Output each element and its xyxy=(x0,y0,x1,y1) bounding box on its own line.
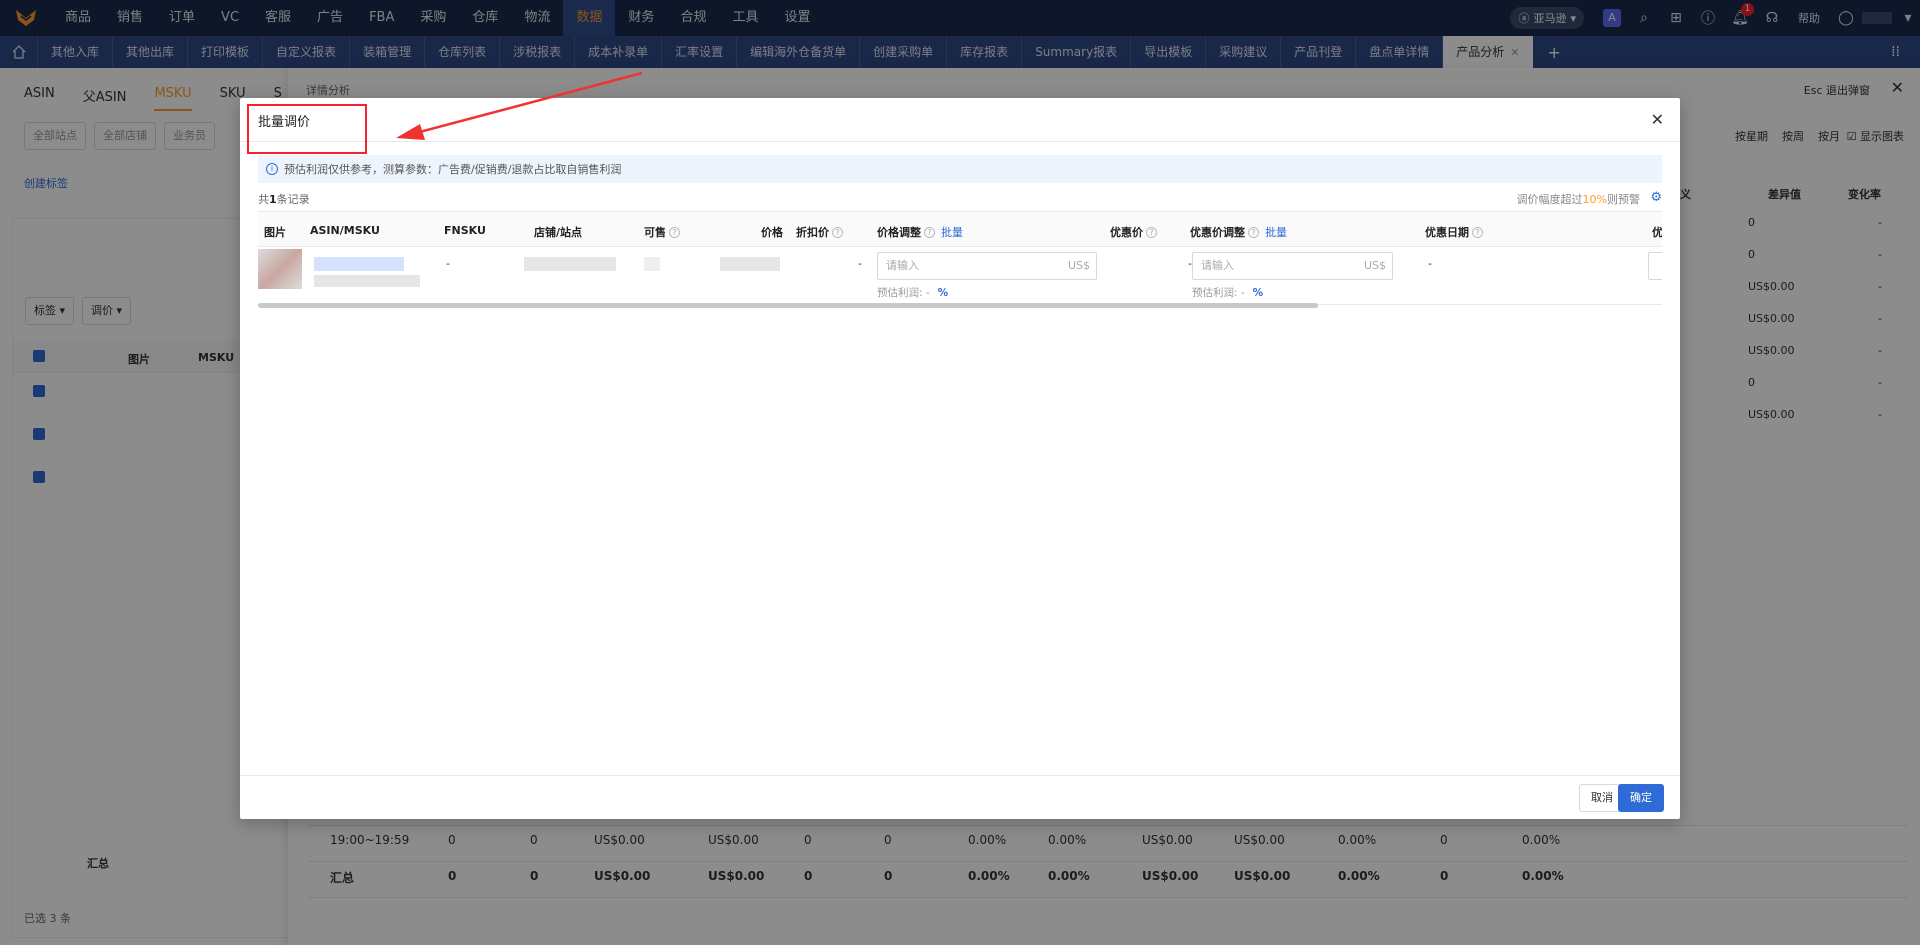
col-more: 优 xyxy=(1652,226,1662,239)
question-icon: ? xyxy=(924,227,935,238)
percent-toggle-icon[interactable]: % xyxy=(1253,287,1264,299)
question-icon: ? xyxy=(1472,227,1483,238)
info-icon: i xyxy=(266,163,278,175)
modal-footer: 取消 确定 xyxy=(240,775,1680,819)
store-blurred xyxy=(524,257,616,271)
batch-sale-link[interactable]: 批量 xyxy=(1265,226,1287,239)
gear-icon[interactable]: ⚙ xyxy=(1650,190,1662,205)
estimated-profit-price: 预估利润: -% xyxy=(877,287,949,299)
col-store-site: 店铺/站点 xyxy=(534,226,583,239)
asin-link-blurred[interactable] xyxy=(314,257,404,271)
price-blurred xyxy=(720,257,780,271)
available-blurred xyxy=(644,257,660,271)
col-available: 可售? xyxy=(644,224,680,240)
col-sale-price: 优惠价? xyxy=(1110,224,1157,240)
annotation-highlight-box xyxy=(247,104,367,154)
record-count: 1 xyxy=(269,193,277,206)
more-input[interactable] xyxy=(1648,252,1662,280)
col-sale-adjust: 优惠价调整? 批量 xyxy=(1190,226,1287,239)
estimated-profit-sale: 预估利润: -% xyxy=(1192,287,1264,299)
batch-price-link[interactable]: 批量 xyxy=(941,226,963,239)
fnsku-value: - xyxy=(446,257,450,270)
discount-value: - xyxy=(858,257,862,270)
percent-toggle-icon[interactable]: % xyxy=(938,287,949,299)
close-icon[interactable]: ✕ xyxy=(1651,110,1664,129)
warn-threshold-value: 10% xyxy=(1582,193,1607,206)
product-image xyxy=(258,249,302,289)
msku-blurred xyxy=(314,275,420,287)
sale-adjust-input[interactable]: 请输入 US$ xyxy=(1192,252,1393,280)
info-text: 预估利润仅供参考，测算参数：广告费/促销费/退款占比取自销售利润 xyxy=(284,163,622,176)
question-icon: ? xyxy=(1146,227,1157,238)
table-row: - - 请输入 US$ 预估利润: -% - 请输入 US$ 预估利润: -% - xyxy=(258,247,1662,305)
question-icon: ? xyxy=(669,227,680,238)
price-adjust-input[interactable]: 请输入 US$ xyxy=(877,252,1097,280)
info-alert: i 预估利润仅供参考，测算参数：广告费/促销费/退款占比取自销售利润 xyxy=(258,155,1662,183)
question-icon: ? xyxy=(1248,227,1259,238)
sale-date-value: - xyxy=(1428,257,1432,270)
horizontal-scrollbar[interactable] xyxy=(258,303,1318,308)
confirm-button[interactable]: 确定 xyxy=(1618,784,1664,812)
col-price-adjust: 价格调整? 批量 xyxy=(877,226,963,239)
col-fnsku: FNSKU xyxy=(444,224,486,237)
warn-threshold-text: 调价幅度超过10%则预警 xyxy=(1516,193,1640,206)
modal-header: 批量调价 ✕ xyxy=(240,98,1680,154)
col-asin-msku: ASIN/MSKU xyxy=(310,224,380,237)
record-count-row: 共1条记录 调价幅度超过10%则预警 ⚙ xyxy=(258,190,1662,206)
batch-price-modal: 批量调价 ✕ i 预估利润仅供参考，测算参数：广告费/促销费/退款占比取自销售利… xyxy=(240,98,1680,819)
price-adjust-table: 图片 ASIN/MSKU FNSKU 店铺/站点 可售? 价格 折扣价? 价格调… xyxy=(258,211,1662,308)
col-discount: 折扣价? xyxy=(796,224,843,240)
col-sale-date: 优惠日期? xyxy=(1425,224,1483,240)
table-header: 图片 ASIN/MSKU FNSKU 店铺/站点 可售? 价格 折扣价? 价格调… xyxy=(258,212,1662,247)
question-icon: ? xyxy=(832,227,843,238)
col-image: 图片 xyxy=(264,226,286,239)
col-price: 价格 xyxy=(761,226,783,239)
